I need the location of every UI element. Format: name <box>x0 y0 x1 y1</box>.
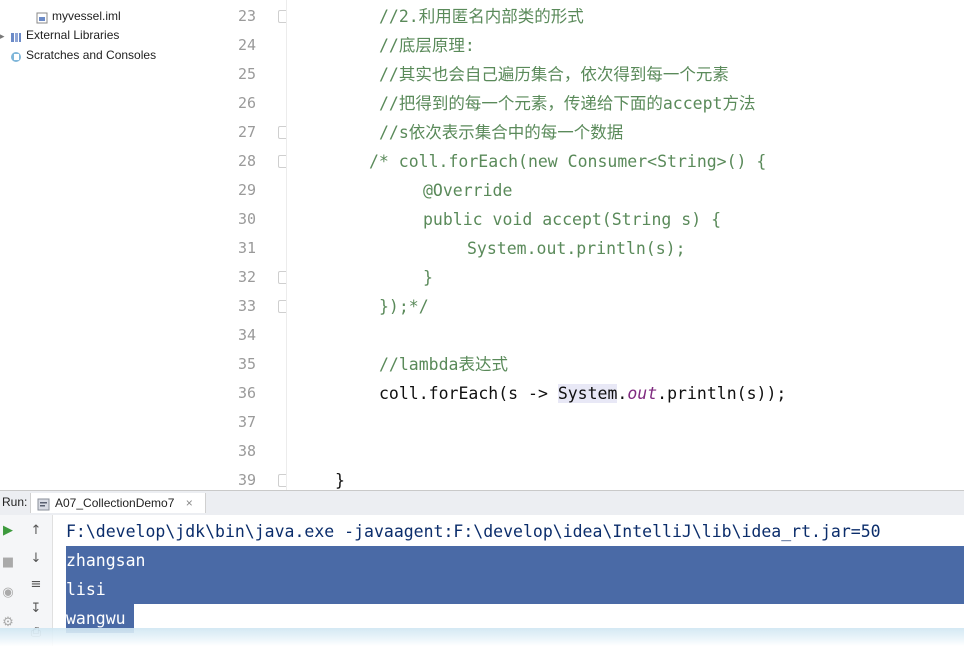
run-toolbar: ▶ ↑ ■ ↓ ≡ ◉ ↧ ⚙ ⎙ <box>0 515 53 646</box>
run-config-icon <box>37 497 50 517</box>
code-line[interactable]: //底层原理: <box>379 31 964 60</box>
tree-item-myvessel-iml[interactable]: myvessel.iml <box>36 7 121 25</box>
project-tree-pane: ​ myvessel.iml ▸ External Libraries Scra… <box>0 0 213 490</box>
line-number: 23 <box>237 7 256 25</box>
close-icon[interactable]: × <box>186 496 193 510</box>
run-config-tab-label: A07_CollectionDemo7 <box>55 496 175 510</box>
chevron-right-icon[interactable]: ▸ <box>0 27 10 45</box>
scroll-to-end-icon[interactable]: ↧ <box>28 601 44 617</box>
code-line[interactable] <box>379 437 964 466</box>
code-line[interactable]: });*/ <box>379 292 964 321</box>
console-command-line: F:\develop\jdk\bin\java.exe -javaagent:F… <box>66 522 881 541</box>
code-line[interactable]: @Override <box>423 176 964 205</box>
camera-icon[interactable]: ◉ <box>0 585 16 601</box>
selection-highlight <box>66 546 964 575</box>
code-line[interactable] <box>379 408 964 437</box>
line-number: 37 <box>237 413 256 431</box>
arrow-down-icon[interactable]: ↓ <box>28 551 44 567</box>
tree-item-label: External Libraries <box>26 28 120 42</box>
line-number: 36 <box>237 384 256 402</box>
library-icon <box>10 30 22 42</box>
line-number: 28 <box>237 152 256 170</box>
code-line[interactable]: //s依次表示集合中的每一个数据 <box>379 118 964 147</box>
run-config-tab[interactable]: A07_CollectionDemo7 × <box>30 493 206 513</box>
code-line[interactable]: //lambda表达式 <box>379 350 964 379</box>
code-line[interactable]: //其实也会自己遍历集合，依次得到每一个元素 <box>379 60 964 89</box>
run-label: Run: <box>2 495 28 509</box>
code-editor[interactable]: //2.利用匿名内部类的形式 //底层原理: //其实也会自己遍历集合，依次得到… <box>287 0 964 490</box>
code-line[interactable] <box>379 321 964 350</box>
code-line[interactable]: //2.利用匿名内部类的形式 <box>379 2 964 31</box>
line-number: 30 <box>237 210 256 228</box>
line-number: 26 <box>237 94 256 112</box>
scratches-icon <box>10 50 22 62</box>
editor-gutter[interactable]: 23 24 25 26 27 28 29 30 31 32 33 34 35 3… <box>212 0 286 490</box>
run-toolwindow-header: Run: A07_CollectionDemo7 × <box>0 490 964 516</box>
line-number: 24 <box>237 36 256 54</box>
code-token: coll.forEach(s -> <box>379 384 558 403</box>
line-number: 32 <box>237 268 256 286</box>
line-number: 35 <box>237 355 256 373</box>
line-number: 27 <box>237 123 256 141</box>
module-file-icon <box>36 11 48 24</box>
stop-icon[interactable]: ■ <box>0 555 16 571</box>
line-number: 29 <box>237 181 256 199</box>
soft-wrap-icon[interactable]: ≡ <box>28 577 44 593</box>
tree-item-external-libraries[interactable]: ▸ External Libraries <box>0 26 119 44</box>
tree-item-label: myvessel.iml <box>52 9 121 23</box>
tree-item-label: Scratches and Consoles <box>26 48 157 62</box>
arrow-up-icon[interactable]: ↑ <box>28 523 44 539</box>
code-line[interactable]: //把得到的每一个元素，传递给下面的accept方法 <box>379 89 964 118</box>
code-line[interactable]: /* coll.forEach(new Consumer<String>() { <box>369 147 964 176</box>
line-number: 38 <box>237 442 256 460</box>
code-line[interactable]: public void accept(String s) { <box>423 205 964 234</box>
code-token: .println(s)); <box>657 384 787 403</box>
code-line[interactable]: System.out.println(s); <box>467 234 964 263</box>
tree-item-scratches[interactable]: Scratches and Consoles <box>10 46 156 64</box>
console-output-line[interactable]: lisi <box>66 575 106 604</box>
code-token-out: out <box>627 384 658 403</box>
console-output[interactable]: F:\develop\jdk\bin\java.exe -javaagent:F… <box>53 515 964 646</box>
code-token: . <box>617 384 628 403</box>
line-number: 33 <box>237 297 256 315</box>
selection-highlight <box>66 575 964 604</box>
taskbar-edge <box>0 628 964 646</box>
line-number: 34 <box>237 326 256 344</box>
console-output-line[interactable]: zhangsan <box>66 546 145 575</box>
rerun-icon[interactable]: ▶ <box>0 523 16 539</box>
line-number: 31 <box>237 239 256 257</box>
code-token-system: System <box>557 384 618 403</box>
line-number: 25 <box>237 65 256 83</box>
code-line[interactable]: } <box>423 263 964 292</box>
code-line-current[interactable]: coll.forEach(s -> System.out.println(s))… <box>379 379 964 408</box>
